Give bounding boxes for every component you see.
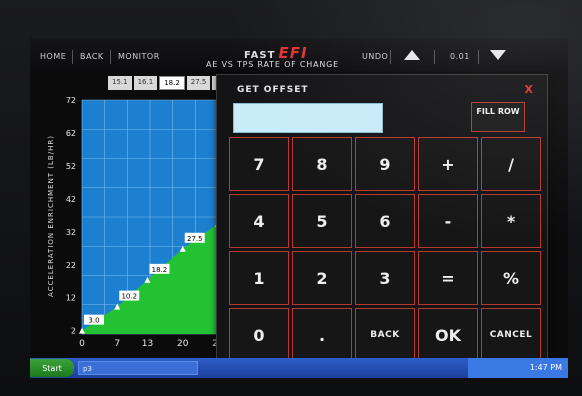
key-2[interactable]: 2 (292, 251, 352, 305)
close-icon[interactable]: X (525, 83, 533, 96)
key-cancel[interactable]: CANCEL (481, 308, 541, 362)
y-tick-label: 52 (66, 162, 76, 171)
key-multiply[interactable]: * (481, 194, 541, 248)
key-3[interactable]: 3 (355, 251, 415, 305)
start-button[interactable]: Start (30, 359, 74, 377)
y-tick-label: 32 (66, 228, 76, 237)
screen: HOME BACK MONITOR FAST EFI UNDO 0.01 AE V… (30, 38, 568, 378)
key-back[interactable]: BACK (355, 308, 415, 362)
clock: 1:47 PM (529, 363, 562, 372)
key-9[interactable]: 9 (355, 137, 415, 191)
key-minus[interactable]: - (418, 194, 478, 248)
separator (478, 50, 479, 64)
keypad: 7 8 9 +/ 4 5 6- * 1 2 3 =% 0. BACK OK CANCEL (229, 137, 541, 369)
down-arrow-icon[interactable] (490, 50, 506, 60)
separator (110, 50, 111, 64)
key-5[interactable]: 5 (292, 194, 352, 248)
chart-area: ACCELERATION ENRICHMENT (LB/HR) 3.0 10.2 1… (30, 72, 240, 356)
y-tick-label: 2 (71, 327, 76, 336)
undo-button[interactable]: UNDO (362, 52, 388, 61)
dialog-title: GET OFFSET (237, 85, 309, 95)
page-indicator: 0.01 (450, 52, 470, 61)
system-tray: 1:47 PM (468, 358, 568, 378)
key-ok[interactable]: OK (418, 308, 478, 362)
y-tick-label: 42 (66, 195, 76, 204)
data-label: 18.2 (152, 266, 168, 274)
taskbar-item[interactable]: p3 (78, 361, 198, 375)
separator (72, 50, 73, 64)
key-percent[interactable]: % (481, 251, 541, 305)
key-plus[interactable]: + (418, 137, 478, 191)
top-bar: HOME BACK MONITOR FAST EFI UNDO 0.01 AE V… (30, 38, 568, 72)
key-8[interactable]: 8 (292, 137, 352, 191)
ae-chart: 3.010.218.227.53572625242322212207132027… (66, 96, 240, 356)
back-button[interactable]: BACK (80, 52, 104, 61)
key-divide[interactable]: / (481, 137, 541, 191)
y-tick-label: 62 (66, 129, 76, 138)
y-axis-label: ACCELERATION ENRICHMENT (LB/HR) (46, 135, 55, 297)
offset-input[interactable] (233, 103, 383, 133)
y-tick-label: 12 (66, 294, 76, 303)
x-tick-label: 20 (177, 339, 189, 348)
fill-row-button[interactable]: FILL ROW (471, 102, 525, 132)
key-equals[interactable]: = (418, 251, 478, 305)
key-6[interactable]: 6 (355, 194, 415, 248)
monitor-button[interactable]: MONITOR (118, 52, 160, 61)
key-7[interactable]: 7 (229, 137, 289, 191)
data-label: 10.2 (121, 293, 137, 301)
data-label: 3.0 (88, 317, 99, 325)
taskbar: Start p3 1:47 PM (30, 358, 568, 378)
key-0[interactable]: 0 (229, 308, 289, 362)
y-tick-label: 72 (66, 96, 76, 105)
x-tick-label: 7 (114, 339, 120, 348)
y-tick-label: 22 (66, 261, 76, 270)
separator (390, 50, 391, 64)
separator (434, 50, 435, 64)
up-arrow-icon[interactable] (404, 50, 420, 60)
key-1[interactable]: 1 (229, 251, 289, 305)
home-button[interactable]: HOME (40, 52, 66, 61)
table-title: AE VS TPS RATE OF CHANGE (206, 60, 340, 69)
offset-dialog: GET OFFSET X FILL ROW 7 8 9 +/ 4 5 6- * 1 2 3 =% 0. B… (216, 74, 548, 378)
key-dot[interactable]: . (292, 308, 352, 362)
key-4[interactable]: 4 (229, 194, 289, 248)
x-tick-label: 0 (79, 339, 85, 348)
data-label: 27.5 (187, 235, 203, 243)
x-tick-label: 13 (142, 339, 153, 348)
